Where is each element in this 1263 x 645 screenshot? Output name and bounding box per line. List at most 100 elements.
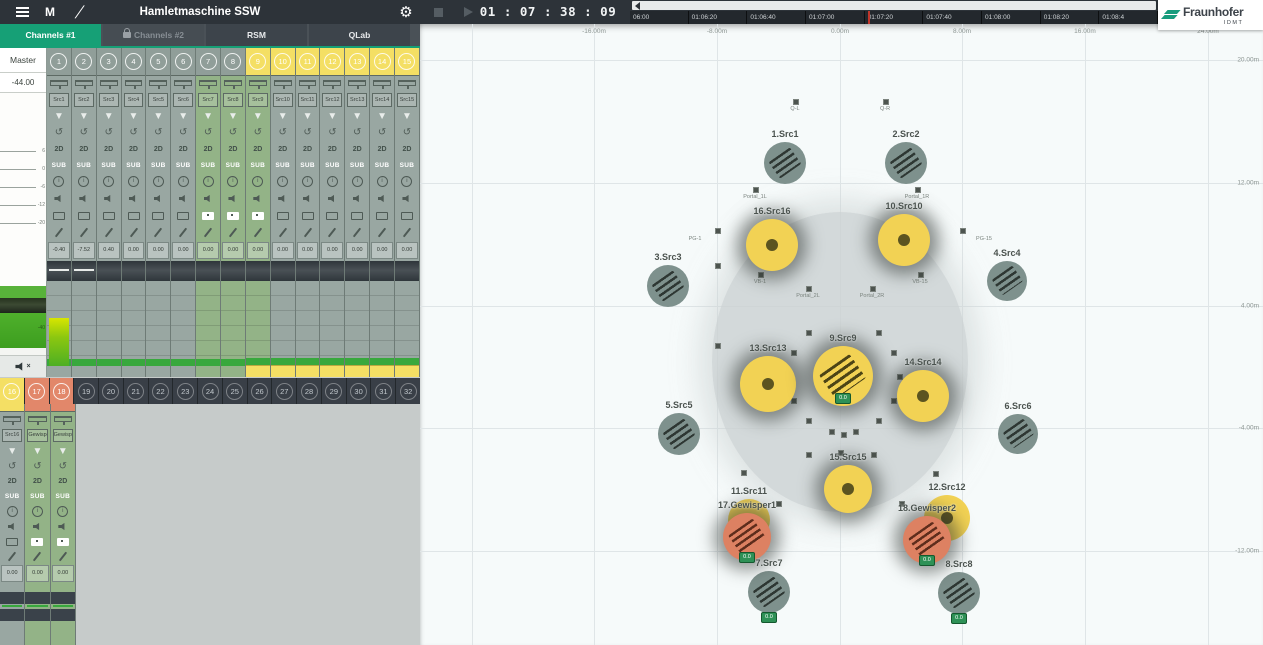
sub-badge[interactable]: SUB xyxy=(122,158,146,173)
edit-pencil-icon[interactable] xyxy=(370,224,394,241)
edit-pencil-icon[interactable] xyxy=(47,224,71,241)
speaker-marker[interactable] xyxy=(915,187,921,193)
speaker-icon[interactable] xyxy=(122,190,146,207)
edit-pencil-icon[interactable] xyxy=(72,224,96,241)
source-15.Src15[interactable] xyxy=(824,465,872,513)
rotate-icon[interactable]: ↺ xyxy=(122,124,146,141)
speaker-icon[interactable] xyxy=(97,190,121,207)
channel-strip-15[interactable]: 15Src15▼↺2DSUBi0.00 xyxy=(395,48,420,377)
channel-header-30[interactable]: 30 xyxy=(347,378,372,404)
funnel-icon[interactable]: ▼ xyxy=(146,109,170,124)
mode-2d-label[interactable]: 2D xyxy=(51,474,75,489)
source-7.Src7[interactable] xyxy=(748,571,790,613)
rotate-icon[interactable]: ↺ xyxy=(47,124,71,141)
channel-header-15[interactable]: 15 xyxy=(395,48,419,76)
info-icon[interactable]: i xyxy=(25,504,49,519)
rotate-icon[interactable]: ↺ xyxy=(146,124,170,141)
channel-value[interactable]: 0.00 xyxy=(297,242,319,259)
info-icon[interactable]: i xyxy=(196,173,220,190)
solo-box-icon[interactable] xyxy=(246,207,270,224)
pan-mini-fader[interactable] xyxy=(122,76,146,92)
speaker-marker[interactable] xyxy=(841,432,847,438)
speaker-marker[interactable] xyxy=(933,471,939,477)
pan-mini-fader[interactable] xyxy=(72,76,96,92)
mode-2d-label[interactable]: 2D xyxy=(296,141,320,158)
info-icon[interactable]: i xyxy=(320,173,344,190)
rotate-icon[interactable]: ↺ xyxy=(51,459,75,474)
channel-strip-1[interactable]: 1Src1▼↺2DSUBi-0.40 xyxy=(47,48,72,377)
channel-header-20[interactable]: 20 xyxy=(99,378,124,404)
channel-header-19[interactable]: 19 xyxy=(74,378,99,404)
timeline-label[interactable]: 01:08:00 xyxy=(982,11,1041,24)
channel-value[interactable]: 0.00 xyxy=(321,242,343,259)
channel-value[interactable]: 0.00 xyxy=(26,565,48,582)
mode-2d-label[interactable]: 2D xyxy=(25,474,49,489)
funnel-icon[interactable]: ▼ xyxy=(370,109,394,124)
funnel-icon[interactable]: ▼ xyxy=(25,444,49,459)
channel-strip-17[interactable]: Gewisper1▼↺2DSUBi0.00 xyxy=(25,404,50,645)
speaker-marker[interactable] xyxy=(741,470,747,476)
speaker-marker[interactable] xyxy=(891,350,897,356)
channel-value[interactable]: 0.00 xyxy=(371,242,393,259)
stop-button[interactable] xyxy=(428,0,448,24)
fader-rail[interactable] xyxy=(395,261,419,281)
pan-mini-fader[interactable] xyxy=(296,76,320,92)
speaker-icon[interactable] xyxy=(171,190,195,207)
sub-badge[interactable]: SUB xyxy=(25,489,49,504)
channel-strip-9[interactable]: 9Src9▼↺2DSUBi0.00 xyxy=(246,48,271,377)
sub-badge[interactable]: SUB xyxy=(97,158,121,173)
mode-2d-label[interactable]: 2D xyxy=(395,141,419,158)
solo-box-icon[interactable] xyxy=(122,207,146,224)
fader-rail[interactable] xyxy=(271,261,295,281)
pan-mini-fader[interactable] xyxy=(97,76,121,92)
menu-icon[interactable] xyxy=(10,0,34,24)
channel-value[interactable]: 0.00 xyxy=(197,242,219,259)
rotate-icon[interactable]: ↺ xyxy=(271,124,295,141)
funnel-icon[interactable]: ▼ xyxy=(320,109,344,124)
timeline-label[interactable]: 01:08:4 xyxy=(1099,11,1158,24)
funnel-icon[interactable]: ▼ xyxy=(0,444,24,459)
channel-strip-13[interactable]: 13Src13▼↺2DSUBi0.00 xyxy=(345,48,370,377)
channel-header-27[interactable]: 27 xyxy=(272,378,297,404)
channel-header-11[interactable]: 11 xyxy=(296,48,320,76)
channel-strip-10[interactable]: 10Src10▼↺2DSUBi0.00 xyxy=(271,48,296,377)
pan-mini-fader[interactable] xyxy=(47,76,71,92)
source-10.Src10[interactable] xyxy=(878,214,930,266)
info-icon[interactable]: i xyxy=(51,504,75,519)
channel-header-17[interactable]: 17 xyxy=(25,378,50,404)
channel-strip-5[interactable]: 5Src5▼↺2DSUBi0.00 xyxy=(146,48,171,377)
channel-strip-11[interactable]: 11Src11▼↺2DSUBi0.00 xyxy=(296,48,321,377)
tab-channels-1[interactable]: Channels #1 xyxy=(0,24,101,46)
sub-badge[interactable]: SUB xyxy=(296,158,320,173)
fader-rail[interactable] xyxy=(122,261,146,281)
mode-2d-label[interactable]: 2D xyxy=(72,141,96,158)
timeline-label[interactable]: 01:07:00 xyxy=(806,11,865,24)
fader-rail[interactable] xyxy=(320,261,344,281)
rotate-icon[interactable]: ↺ xyxy=(0,459,24,474)
info-icon[interactable]: i xyxy=(296,173,320,190)
rotate-icon[interactable]: ↺ xyxy=(221,124,245,141)
solo-box-icon[interactable] xyxy=(0,534,24,549)
source-5.Src5[interactable] xyxy=(658,413,700,455)
tab-qlab[interactable]: QLab xyxy=(309,24,410,46)
funnel-icon[interactable]: ▼ xyxy=(97,109,121,124)
channel-strip-3[interactable]: 3Src3▼↺2DSUBi0.40 xyxy=(97,48,122,377)
master-fader-handle[interactable] xyxy=(0,298,46,313)
sub-badge[interactable]: SUB xyxy=(370,158,394,173)
rotate-icon[interactable]: ↺ xyxy=(171,124,195,141)
pan-mini-fader[interactable] xyxy=(370,76,394,92)
funnel-icon[interactable]: ▼ xyxy=(72,109,96,124)
info-icon[interactable]: i xyxy=(0,504,24,519)
scroll-left-icon[interactable] xyxy=(635,2,640,10)
sub-badge[interactable]: SUB xyxy=(72,158,96,173)
speaker-marker[interactable] xyxy=(753,187,759,193)
pan-mini-fader[interactable] xyxy=(51,412,75,428)
solo-box-icon[interactable] xyxy=(221,207,245,224)
info-icon[interactable]: i xyxy=(395,173,419,190)
play-button[interactable] xyxy=(458,0,478,24)
channel-value[interactable]: 0.00 xyxy=(247,242,269,259)
sub-badge[interactable]: SUB xyxy=(0,489,24,504)
edit-pencil-icon[interactable] xyxy=(246,224,270,241)
timeline-label[interactable]: 01:07:40 xyxy=(923,11,982,24)
funnel-icon[interactable]: ▼ xyxy=(395,109,419,124)
